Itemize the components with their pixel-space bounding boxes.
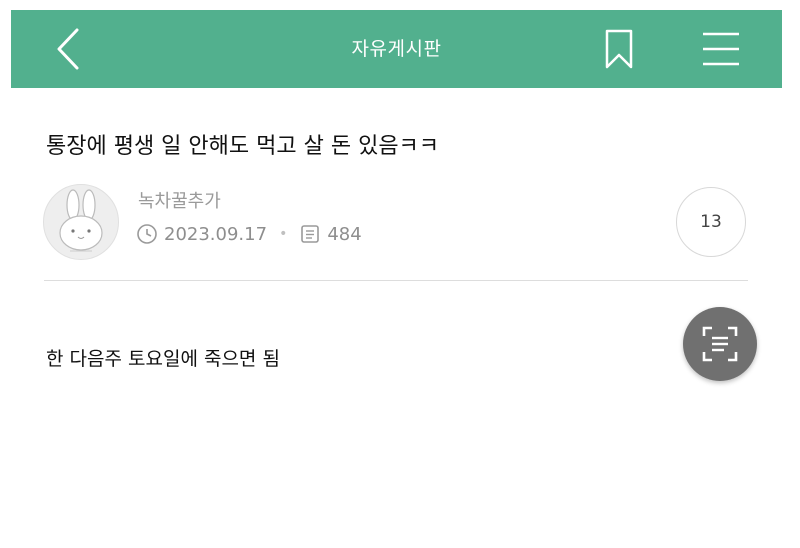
menu-icon [703, 32, 739, 66]
bookmark-button[interactable] [601, 26, 637, 72]
clock-icon [137, 224, 157, 244]
bookmark-icon [605, 29, 633, 69]
menu-button[interactable] [699, 28, 743, 70]
comment-count-button[interactable]: 13 [676, 187, 746, 257]
top-app-bar: 자유게시판 [11, 10, 782, 88]
text-scan-icon [702, 326, 738, 362]
author-name[interactable]: 녹차꿀추가 [138, 187, 221, 213]
avatar[interactable] [43, 184, 119, 260]
views-icon [301, 225, 320, 243]
bunny-avatar-icon [59, 189, 103, 252]
divider [44, 280, 748, 281]
board-title: 자유게시판 [351, 38, 442, 60]
post-meta: 2023.09.17 • 484 [136, 223, 362, 245]
post-body: 한 다음주 토요일에 죽으면 됨 [46, 348, 280, 370]
view-count: 484 [327, 223, 362, 245]
meta-separator: • [279, 226, 288, 242]
post-title: 통장에 평생 일 안해도 먹고 살 돈 있음ㅋㅋ [46, 134, 440, 159]
post-date: 2023.09.17 [164, 223, 268, 245]
text-scan-button[interactable] [683, 307, 757, 381]
